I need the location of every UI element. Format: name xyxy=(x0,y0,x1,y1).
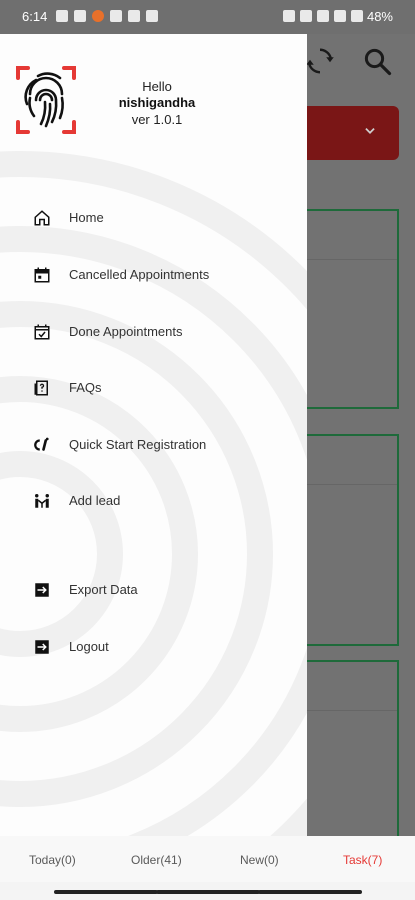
quick-register-icon xyxy=(34,437,49,451)
nav-pill[interactable] xyxy=(258,890,362,894)
menu-item-done-appointments[interactable]: Done Appointments xyxy=(0,311,307,351)
menu-item-faqs[interactable]: FAQs xyxy=(0,367,307,407)
greeting: Hello xyxy=(142,79,172,94)
user-name: nishigandha xyxy=(118,95,196,110)
menu-item-label: Quick Start Registration xyxy=(69,437,207,452)
nav-pill[interactable] xyxy=(54,890,158,894)
notification-icon xyxy=(74,10,86,22)
battery-level: 48% xyxy=(366,9,393,24)
menu-item-quick-start-registration[interactable]: Quick Start Registration xyxy=(0,424,307,464)
faq-icon xyxy=(34,380,48,396)
tab-today[interactable]: Today(0) xyxy=(29,853,76,867)
status-time: 6:14 xyxy=(22,9,48,24)
navigation-drawer: Hello nishigandha ver 1.0.1 Home Cancell… xyxy=(0,34,307,836)
battery-icon xyxy=(351,10,363,22)
app-version: ver 1.0.1 xyxy=(131,112,183,127)
chrome-icon xyxy=(146,10,158,22)
calendar-cancel-icon xyxy=(34,267,50,283)
export-icon xyxy=(35,583,49,597)
status-right-icons xyxy=(283,10,363,22)
status-left-icons xyxy=(56,10,158,22)
menu-item-label: Done Appointments xyxy=(69,324,183,339)
calendar-check-icon xyxy=(34,324,50,340)
menu-item-add-lead[interactable]: Add lead xyxy=(0,480,307,520)
menu-item-export-data[interactable]: Export Data xyxy=(0,569,307,609)
tab-older[interactable]: Older(41) xyxy=(131,853,182,867)
sync-icon xyxy=(306,48,334,74)
menu-item-label: Add lead xyxy=(69,493,121,508)
menu-item-label: FAQs xyxy=(69,380,102,395)
mute-icon xyxy=(300,10,312,22)
tab-new[interactable]: New(0) xyxy=(240,853,279,867)
signal-icon xyxy=(334,10,346,22)
system-nav-bar xyxy=(0,882,415,900)
menu-item-label: Export Data xyxy=(69,582,138,597)
search-icon xyxy=(364,48,392,76)
wifi-icon xyxy=(317,10,329,22)
menu-item-home[interactable]: Home xyxy=(0,197,307,237)
status-bar: 6:14 48% xyxy=(0,0,415,34)
tab-task[interactable]: Task(7) xyxy=(343,853,382,867)
sim-icon xyxy=(56,10,68,22)
bottom-tab-bar: Today(0) Older(41) New(0) Task(7) xyxy=(0,836,415,882)
chevron-down-icon xyxy=(365,128,375,134)
menu-item-label: Logout xyxy=(69,639,109,654)
home-icon xyxy=(34,210,50,226)
app-icon xyxy=(92,10,104,22)
menu-item-label: Home xyxy=(69,210,104,225)
menu-item-label: Cancelled Appointments xyxy=(69,267,210,282)
menu-item-cancelled-appointments[interactable]: Cancelled Appointments xyxy=(0,254,307,294)
menu-item-logout[interactable]: Logout xyxy=(0,626,307,666)
alarm-icon xyxy=(283,10,295,22)
nav-pill[interactable] xyxy=(156,890,260,894)
gallery-icon xyxy=(110,10,122,22)
logout-icon xyxy=(35,640,49,654)
add-lead-icon xyxy=(35,494,49,508)
fingerprint-logo xyxy=(16,66,76,134)
image-icon xyxy=(128,10,140,22)
